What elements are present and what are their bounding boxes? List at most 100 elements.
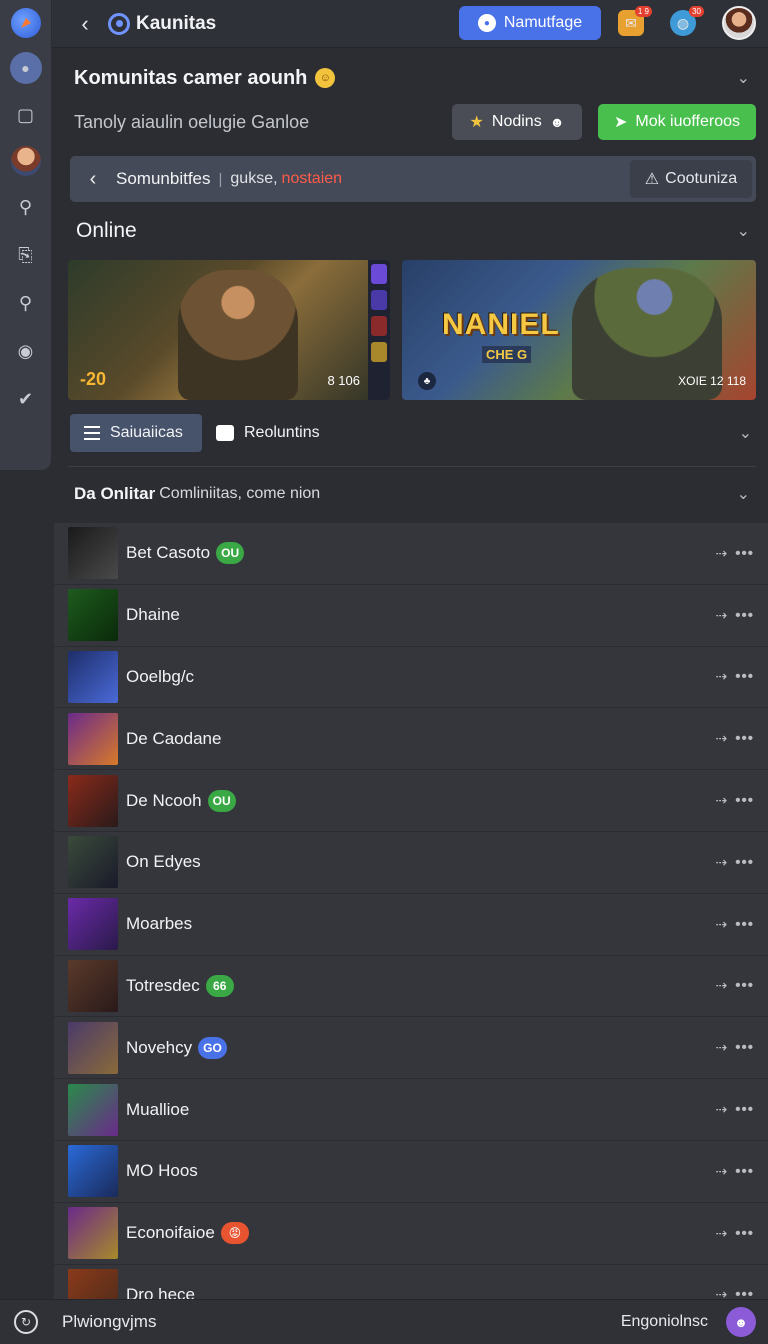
more-icon[interactable]: ••• (735, 854, 754, 871)
app-logo[interactable] (10, 8, 41, 38)
share-icon[interactable]: ⇢ (716, 792, 728, 809)
footer-left-label[interactable]: Plwiongvjms (62, 1312, 156, 1332)
list-item[interactable]: Dro hece ⇢ ••• (54, 1265, 768, 1299)
share-icon[interactable]: ⇢ (716, 1286, 728, 1299)
more-icon[interactable]: ••• (735, 1039, 754, 1056)
item-icon (371, 316, 387, 336)
messages-badge: 30 (689, 6, 704, 17)
list-item[interactable]: MO Hoos ⇢ ••• (54, 1141, 768, 1203)
list-item[interactable]: Novehcy GO ⇢ ••• (54, 1017, 768, 1080)
tab-saiuaiicas[interactable]: Saiuaiicas (70, 414, 202, 452)
footer-right-label[interactable]: Engoniolnsc (621, 1313, 708, 1331)
breadcrumb-back-button[interactable]: ‹ (70, 168, 116, 191)
user-avatar[interactable] (722, 6, 756, 40)
online-card-1[interactable]: -20 8 106 (68, 260, 390, 400)
play-icon[interactable]: ♣ (418, 372, 436, 390)
join-label: Mok iuofferoos (635, 113, 741, 130)
list-header-title: Da Onlitar (74, 484, 156, 503)
game-thumbnail (68, 774, 118, 827)
row-actions: ⇢ ••• (716, 1163, 755, 1180)
list-item[interactable]: De Ncooh OU ⇢ ••• (54, 770, 768, 832)
sidebar-item-explore[interactable]: ⚲ (9, 286, 43, 320)
game-subtitle: CHE G (482, 346, 532, 363)
bell-icon: ✉ (625, 14, 637, 31)
tab-label: Saiuaiicas (110, 424, 183, 441)
chevron-left-icon: ‹ (81, 10, 89, 36)
list-item[interactable]: Muallioe ⇢ ••• (54, 1079, 768, 1141)
item-icon (371, 342, 387, 362)
more-icon[interactable]: ••• (735, 1286, 754, 1299)
row-actions: ⇢ ••• (716, 977, 755, 994)
more-icon[interactable]: ••• (735, 1101, 754, 1118)
sidebar-item-communities[interactable]: ● (9, 52, 42, 84)
more-icon[interactable]: ••• (735, 977, 754, 994)
customize-button[interactable]: ⚠ Cootuniza (630, 160, 752, 198)
sidebar-item-home[interactable]: ▢ (9, 98, 43, 132)
more-icon[interactable]: ••• (735, 730, 754, 747)
breadcrumb-sub[interactable]: gukse, (230, 170, 277, 188)
more-icon[interactable]: ••• (735, 792, 754, 809)
top-primary-button[interactable]: ● Namutfage (459, 6, 601, 40)
status-badge: OU (216, 542, 245, 565)
more-icon[interactable]: ••• (735, 1163, 754, 1180)
chevron-down-icon[interactable]: ⌄ (739, 423, 752, 443)
share-icon[interactable]: ⇢ (716, 977, 728, 994)
list-item[interactable]: On Edyes ⇢ ••• (54, 832, 768, 894)
share-icon[interactable]: ⇢ (716, 668, 728, 685)
share-icon[interactable]: ⇢ (716, 607, 728, 624)
character-art (178, 270, 298, 400)
chevron-down-icon[interactable]: ⌄ (737, 484, 750, 504)
share-icon[interactable]: ⇢ (716, 1163, 728, 1180)
join-button[interactable]: ➤ Mok iuofferoos (598, 104, 756, 140)
share-icon[interactable]: ⇢ (716, 916, 728, 933)
more-icon[interactable]: ••• (735, 607, 754, 624)
online-section-header: Online ⌄ (76, 216, 750, 246)
item-icon (371, 290, 387, 310)
tab-label: Reoluntins (244, 424, 320, 441)
sidebar-item-verified[interactable]: ✔ (9, 382, 43, 416)
record-icon: ◉ (17, 340, 34, 361)
more-icon[interactable]: ••• (735, 668, 754, 685)
more-icon[interactable]: ••• (735, 545, 754, 562)
row-actions: ⇢ ••• (716, 1101, 755, 1118)
sidebar-item-downloads[interactable]: ⎘ (9, 238, 43, 272)
messages-button[interactable]: ◍ 30 (670, 6, 704, 36)
breadcrumb-highlight[interactable]: nostaien (282, 170, 343, 188)
list-item[interactable]: Econoifaioe 😡 ⇢ ••• (54, 1203, 768, 1265)
list-header: Da Onlitar Comliniitas, come nion ⌄ (74, 480, 750, 508)
list-item[interactable]: Ooelbg/c ⇢ ••• (54, 647, 768, 709)
nodins-button[interactable]: ★ Nodins ☻ (452, 104, 582, 140)
sidebar-item-search[interactable]: ⚲ (9, 190, 43, 224)
share-icon[interactable]: ⇢ (716, 1039, 728, 1056)
more-icon[interactable]: ••• (735, 916, 754, 933)
share-icon[interactable]: ⇢ (716, 1101, 728, 1118)
row-actions: ⇢ ••• (716, 916, 755, 933)
share-icon[interactable]: ⇢ (716, 1225, 728, 1242)
sidebar-item-record[interactable]: ◉ (9, 334, 43, 368)
share-icon[interactable]: ⇢ (716, 545, 728, 562)
notification-button[interactable]: ✉ 1 9 (618, 6, 652, 36)
game-thumbnail (68, 1207, 118, 1260)
logo-icon[interactable]: ↻ (14, 1310, 38, 1334)
list-item-name: MO Hoos (126, 1161, 198, 1181)
game-thumbnail (68, 898, 118, 951)
footer-avatar[interactable]: ☻ (726, 1307, 756, 1337)
top-primary-label: Namutfage (503, 14, 583, 31)
more-icon[interactable]: ••• (735, 1225, 754, 1242)
community-header: Komunitas camer aounh ☺ ⌄ (74, 64, 750, 92)
list-item[interactable]: Bet Casoto OU ⇢ ••• (54, 523, 768, 585)
sidebar-avatar[interactable] (10, 146, 41, 176)
list-item[interactable]: Totresdec 66 ⇢ ••• (54, 956, 768, 1018)
list-item[interactable]: Dhaine ⇢ ••• (54, 585, 768, 647)
chevron-down-icon[interactable]: ⌄ (737, 221, 750, 241)
breadcrumb-main[interactable]: Somunbitfes (116, 169, 211, 189)
list-item[interactable]: Moarbes ⇢ ••• (54, 894, 768, 956)
tab-reoluntins[interactable]: Reoluntins (202, 414, 334, 452)
share-icon[interactable]: ⇢ (716, 854, 728, 871)
row-actions: ⇢ ••• (716, 854, 755, 871)
list-item[interactable]: De Caodane ⇢ ••• (54, 708, 768, 771)
back-button[interactable]: ‹ (70, 9, 100, 39)
chevron-down-icon[interactable]: ⌄ (737, 68, 750, 88)
share-icon[interactable]: ⇢ (716, 730, 728, 747)
online-card-2[interactable]: NANIEL CHE G ♣ XOIE 12 118 (402, 260, 756, 400)
